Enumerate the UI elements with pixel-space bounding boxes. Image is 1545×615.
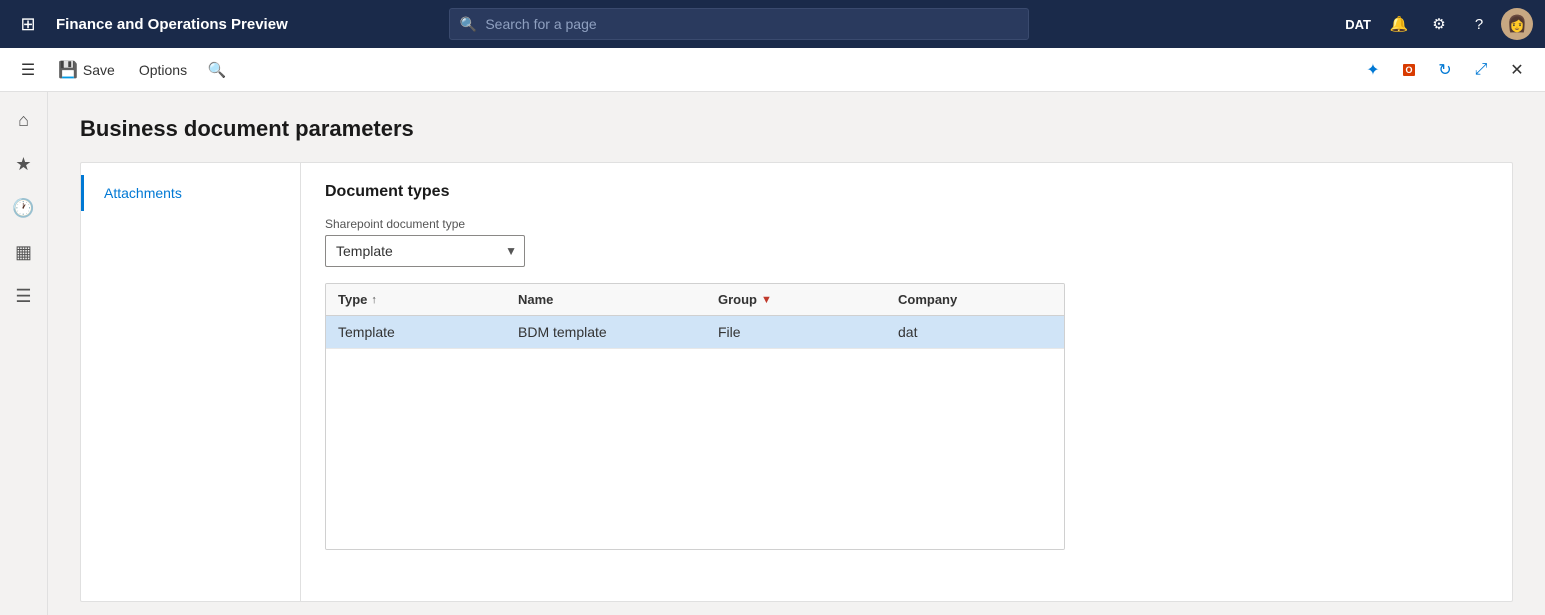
main-layout: ⌂ ★ 🕐 ▦ ☰ Business document parameters A… [0, 92, 1545, 615]
save-button[interactable]: 💾 Save [48, 55, 125, 85]
table-empty-area [326, 349, 1064, 549]
sidebar-home-icon[interactable]: ⌂ [4, 100, 44, 140]
refresh-icon[interactable]: ↻ [1429, 54, 1461, 86]
section-title-document-types: Document types [325, 183, 1488, 201]
personalize-icon[interactable]: ✦ [1357, 54, 1389, 86]
col-header-type: Type ↑ [326, 284, 506, 315]
sidebar-favorites-icon[interactable]: ★ [4, 144, 44, 184]
toolbar-right-area: ✦ O ↻ ⤢ ✕ [1357, 54, 1533, 86]
page-title: Business document parameters [80, 116, 1513, 142]
page-content: Business document parameters Attachments… [48, 92, 1545, 615]
user-avatar[interactable]: 👩 [1501, 8, 1533, 40]
table-row[interactable]: Template BDM template File dat [326, 316, 1064, 349]
help-icon[interactable]: ? [1461, 6, 1497, 42]
nav-item-attachments-label: Attachments [104, 185, 182, 201]
app-title: Finance and Operations Preview [56, 16, 288, 33]
cell-company: dat [886, 316, 1065, 348]
app-grid-icon[interactable]: ⊞ [12, 14, 44, 35]
company-code: DAT [1339, 17, 1377, 32]
col-header-company: Company [886, 284, 1065, 315]
sharepoint-doctype-select-wrapper: Template ▼ [325, 235, 525, 267]
search-icon: 🔍 [460, 16, 477, 33]
notification-icon[interactable]: 🔔 [1381, 6, 1417, 42]
table-header: Type ↑ Name Group ▼ Company [326, 284, 1064, 316]
cell-type: Template [326, 316, 506, 348]
sharepoint-field-label: Sharepoint document type [325, 217, 1488, 231]
left-sidebar: ⌂ ★ 🕐 ▦ ☰ [0, 92, 48, 615]
top-navigation: ⊞ Finance and Operations Preview 🔍 Searc… [0, 0, 1545, 48]
svg-text:O: O [1405, 65, 1412, 75]
sharepoint-doctype-select[interactable]: Template [325, 235, 525, 267]
col-type-label: Type [338, 292, 367, 307]
options-label: Options [139, 62, 187, 78]
options-button[interactable]: Options [129, 57, 197, 83]
search-bar[interactable]: 🔍 Search for a page [449, 8, 1029, 40]
nav-right-area: DAT 🔔 ⚙ ? 👩 [1339, 6, 1533, 42]
col-header-group: Group ▼ [706, 284, 886, 315]
col-group-label: Group [718, 292, 757, 307]
save-label: Save [83, 62, 115, 78]
card-main-area: Document types Sharepoint document type … [301, 163, 1512, 601]
col-company-label: Company [898, 292, 957, 307]
content-card: Attachments Document types Sharepoint do… [80, 162, 1513, 602]
toolbar: ☰ 💾 Save Options 🔍 ✦ O ↻ ⤢ ✕ [0, 48, 1545, 92]
close-icon[interactable]: ✕ [1501, 54, 1533, 86]
col-name-label: Name [518, 292, 553, 307]
office-icon[interactable]: O [1393, 54, 1425, 86]
save-icon: 💾 [58, 60, 78, 80]
filter-icon[interactable]: ▼ [761, 294, 772, 306]
cell-group: File [706, 316, 886, 348]
settings-icon[interactable]: ⚙ [1421, 6, 1457, 42]
open-new-icon[interactable]: ⤢ [1465, 54, 1497, 86]
sidebar-recent-icon[interactable]: 🕐 [4, 188, 44, 228]
hamburger-menu-icon[interactable]: ☰ [12, 54, 44, 86]
sidebar-workspaces-icon[interactable]: ▦ [4, 232, 44, 272]
document-types-table: Type ↑ Name Group ▼ Company [325, 283, 1065, 550]
col-header-name: Name [506, 284, 706, 315]
cell-name: BDM template [506, 316, 706, 348]
sort-ascending-icon[interactable]: ↑ [371, 294, 377, 306]
sidebar-modules-icon[interactable]: ☰ [4, 276, 44, 316]
card-left-nav: Attachments [81, 163, 301, 601]
toolbar-search-icon[interactable]: 🔍 [201, 54, 233, 86]
search-placeholder: Search for a page [485, 16, 1018, 32]
nav-item-attachments[interactable]: Attachments [81, 175, 300, 211]
